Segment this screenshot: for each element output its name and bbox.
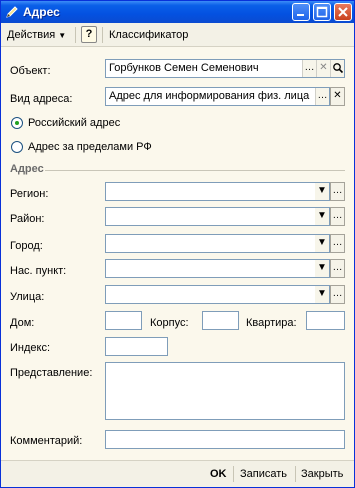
actions-menu[interactable]: Действия ▼ (7, 27, 66, 43)
actions-label: Действия (7, 29, 56, 41)
maximize-button[interactable] (313, 3, 331, 21)
russian-address-label[interactable]: Российский адрес (28, 116, 120, 130)
select-ellipsis-icon[interactable]: … (315, 88, 329, 105)
locality-field[interactable]: ▼ (105, 259, 330, 278)
help-button[interactable]: ? (81, 26, 97, 43)
district-label: Район: (10, 213, 45, 225)
district-field[interactable]: ▼ (105, 207, 330, 226)
foreign-address-label[interactable]: Адрес за пределами РФ (28, 140, 152, 154)
object-field[interactable]: Горбунков Семен Семенович … ✕ (105, 59, 345, 78)
russian-address-radio[interactable] (11, 117, 23, 129)
bottom-divider (295, 466, 296, 482)
select-ellipsis-icon[interactable]: … (330, 259, 345, 278)
ok-button[interactable]: OK (210, 467, 227, 481)
triangle-down-icon[interactable]: ▼ (315, 286, 329, 303)
section-divider (45, 170, 345, 171)
close-window-button[interactable] (334, 3, 352, 21)
foreign-address-radio[interactable] (11, 141, 23, 153)
toolbar: Действия ▼ ? Классификатор (1, 23, 354, 47)
select-ellipsis-icon[interactable]: … (330, 182, 345, 201)
index-label: Индекс: (10, 342, 51, 354)
address-type-label: Вид адреса: (10, 93, 73, 105)
locality-label: Нас. пункт: (10, 265, 67, 277)
house-label: Дом: (10, 317, 35, 329)
classifier-button[interactable]: Классификатор (109, 27, 188, 43)
clear-x-icon[interactable]: ✕ (330, 87, 345, 106)
presentation-label: Представление: (10, 367, 93, 379)
city-field[interactable]: ▼ (105, 234, 330, 253)
triangle-down-icon[interactable]: ▼ (315, 260, 329, 277)
bottom-divider (233, 466, 234, 482)
toolbar-divider (75, 27, 76, 43)
save-button[interactable]: Записать (240, 467, 287, 481)
object-value: Горбунков Семен Семенович (109, 62, 259, 74)
triangle-down-icon[interactable]: ▼ (315, 183, 329, 200)
select-ellipsis-icon[interactable]: … (302, 60, 316, 77)
apartment-label: Квартира: (246, 317, 297, 329)
triangle-down-icon[interactable]: ▼ (315, 235, 329, 252)
bottom-bar: OK Записать Закрыть (1, 460, 354, 487)
toolbar-divider (102, 27, 103, 43)
address-section-title: Адрес (10, 163, 44, 175)
select-ellipsis-icon[interactable]: … (330, 207, 345, 226)
region-label: Регион: (10, 188, 49, 200)
street-field[interactable]: ▼ (105, 285, 330, 304)
address-type-field[interactable]: Адрес для информирования физ. лица … (105, 87, 330, 106)
object-label: Объект: (10, 65, 51, 77)
street-label: Улица: (10, 291, 45, 303)
building-field[interactable] (202, 311, 239, 330)
address-window: Адрес Действия ▼ ? Классификатор Объект:… (0, 0, 355, 488)
house-field[interactable] (105, 311, 142, 330)
triangle-down-icon[interactable]: ▼ (315, 208, 329, 225)
open-magnifier-icon[interactable] (330, 60, 344, 77)
window-title: Адрес (23, 5, 60, 19)
region-field[interactable]: ▼ (105, 182, 330, 201)
clear-x-icon[interactable]: ✕ (316, 60, 330, 77)
minimize-button[interactable] (292, 3, 310, 21)
close-button[interactable]: Закрыть (301, 467, 343, 481)
comment-label: Комментарий: (10, 435, 83, 447)
address-type-value: Адрес для информирования физ. лица (109, 90, 310, 102)
select-ellipsis-icon[interactable]: … (330, 234, 345, 253)
select-ellipsis-icon[interactable]: … (330, 285, 345, 304)
title-bar[interactable]: Адрес (1, 1, 354, 23)
index-field[interactable] (105, 337, 168, 356)
apartment-field[interactable] (306, 311, 345, 330)
presentation-field[interactable] (105, 362, 345, 420)
comment-field[interactable] (105, 430, 345, 449)
building-label: Корпус: (150, 317, 189, 329)
chevron-down-icon: ▼ (58, 31, 67, 40)
pencil-icon (5, 5, 19, 19)
city-label: Город: (10, 240, 43, 252)
